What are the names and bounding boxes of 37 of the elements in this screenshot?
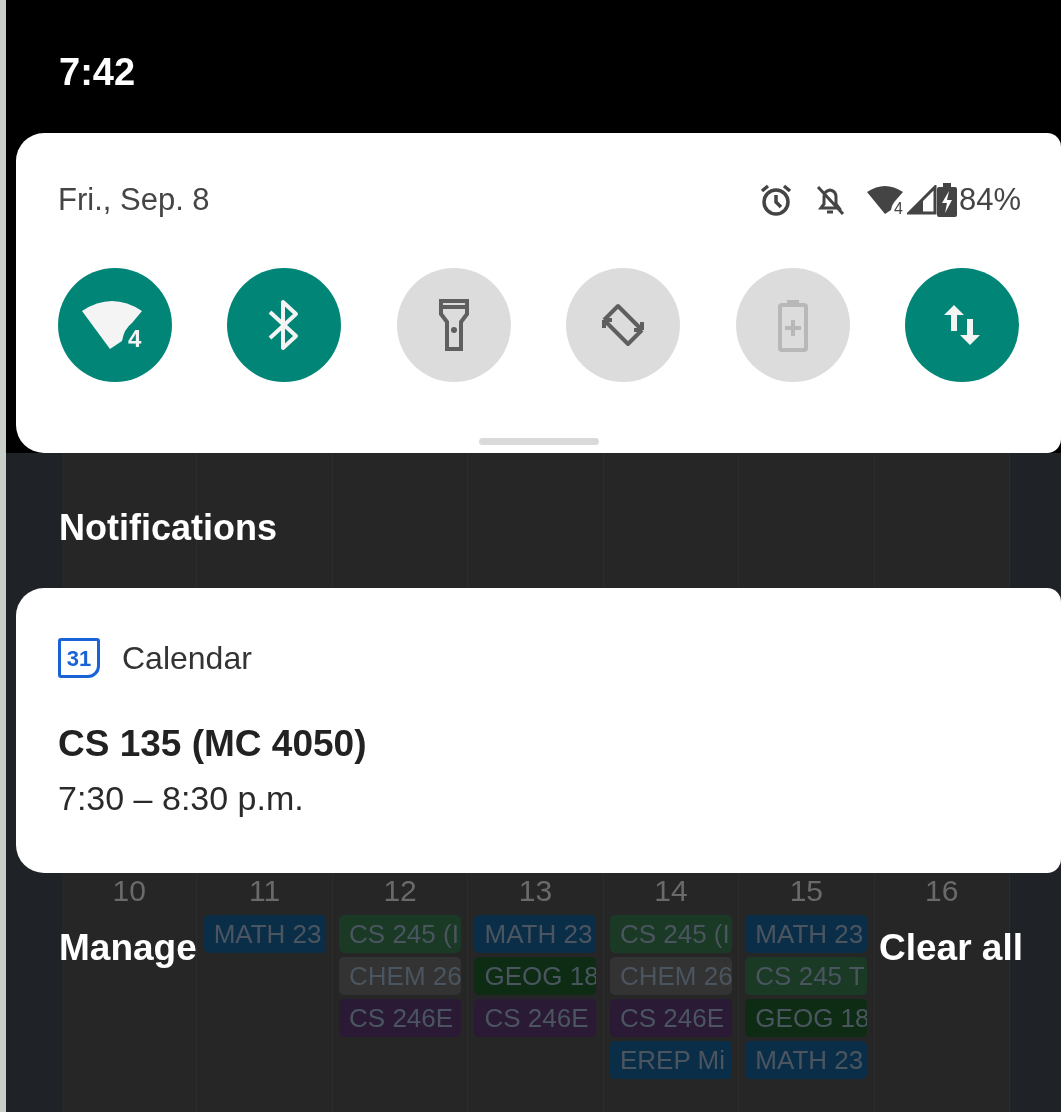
day-number: 11 bbox=[249, 876, 281, 906]
day-number: 10 bbox=[112, 876, 146, 906]
calendar-event: CS 246E bbox=[474, 999, 597, 1037]
calendar-event: EREP Mi bbox=[609, 1041, 732, 1079]
calendar-event: CS 246E bbox=[609, 999, 732, 1037]
calendar-event: CS 245 (I bbox=[609, 915, 732, 953]
day-number: 16 bbox=[925, 876, 959, 906]
notification-action[interactable]: Manage bbox=[59, 926, 197, 970]
alarm-icon bbox=[758, 183, 793, 218]
calendar-event: MATH 23 bbox=[474, 915, 597, 953]
day-number: 15 bbox=[789, 876, 824, 906]
flashlight-icon bbox=[437, 297, 470, 352]
notification-action[interactable]: Clear all bbox=[879, 926, 1023, 970]
day-number: 14 bbox=[654, 876, 688, 906]
notification-text: 7:30 – 8:30 p.m. bbox=[58, 778, 305, 818]
data-transfer-icon bbox=[943, 302, 980, 347]
calendar-event: MATH 23 bbox=[745, 1041, 868, 1079]
date-text: Fri., Sep. 8 bbox=[58, 181, 210, 219]
drag-handle[interactable] bbox=[478, 437, 599, 445]
battery-percent: 84% bbox=[958, 181, 1021, 219]
battery-icon bbox=[776, 297, 809, 352]
app-name: Calendar bbox=[122, 639, 252, 678]
notification-title: CS 135 (MC 4050) bbox=[58, 722, 368, 766]
calendar-event: MATH 23 bbox=[203, 915, 326, 953]
calendar-event: CS 245 T bbox=[745, 957, 868, 995]
clock-time: 7:42 bbox=[59, 51, 136, 93]
calendar-event: MATH 23 bbox=[745, 915, 868, 953]
calendar-event: CS 246E bbox=[339, 999, 462, 1037]
battery-charging-icon bbox=[936, 183, 957, 218]
calendar-app-icon: 31 bbox=[58, 638, 100, 678]
calendar-event: CS 245 (I bbox=[339, 915, 462, 953]
signal-icon bbox=[906, 185, 937, 216]
day-number: 12 bbox=[383, 876, 417, 906]
notification-card[interactable]: 31 Calendar CS 135 (MC 4050) 7:30 – 8:30 p.m. bbox=[16, 588, 1061, 873]
quick-setting-tile[interactable]: 4 bbox=[58, 267, 172, 382]
notifications-header: Notifications bbox=[59, 507, 277, 548]
day-number: 13 bbox=[518, 876, 553, 906]
